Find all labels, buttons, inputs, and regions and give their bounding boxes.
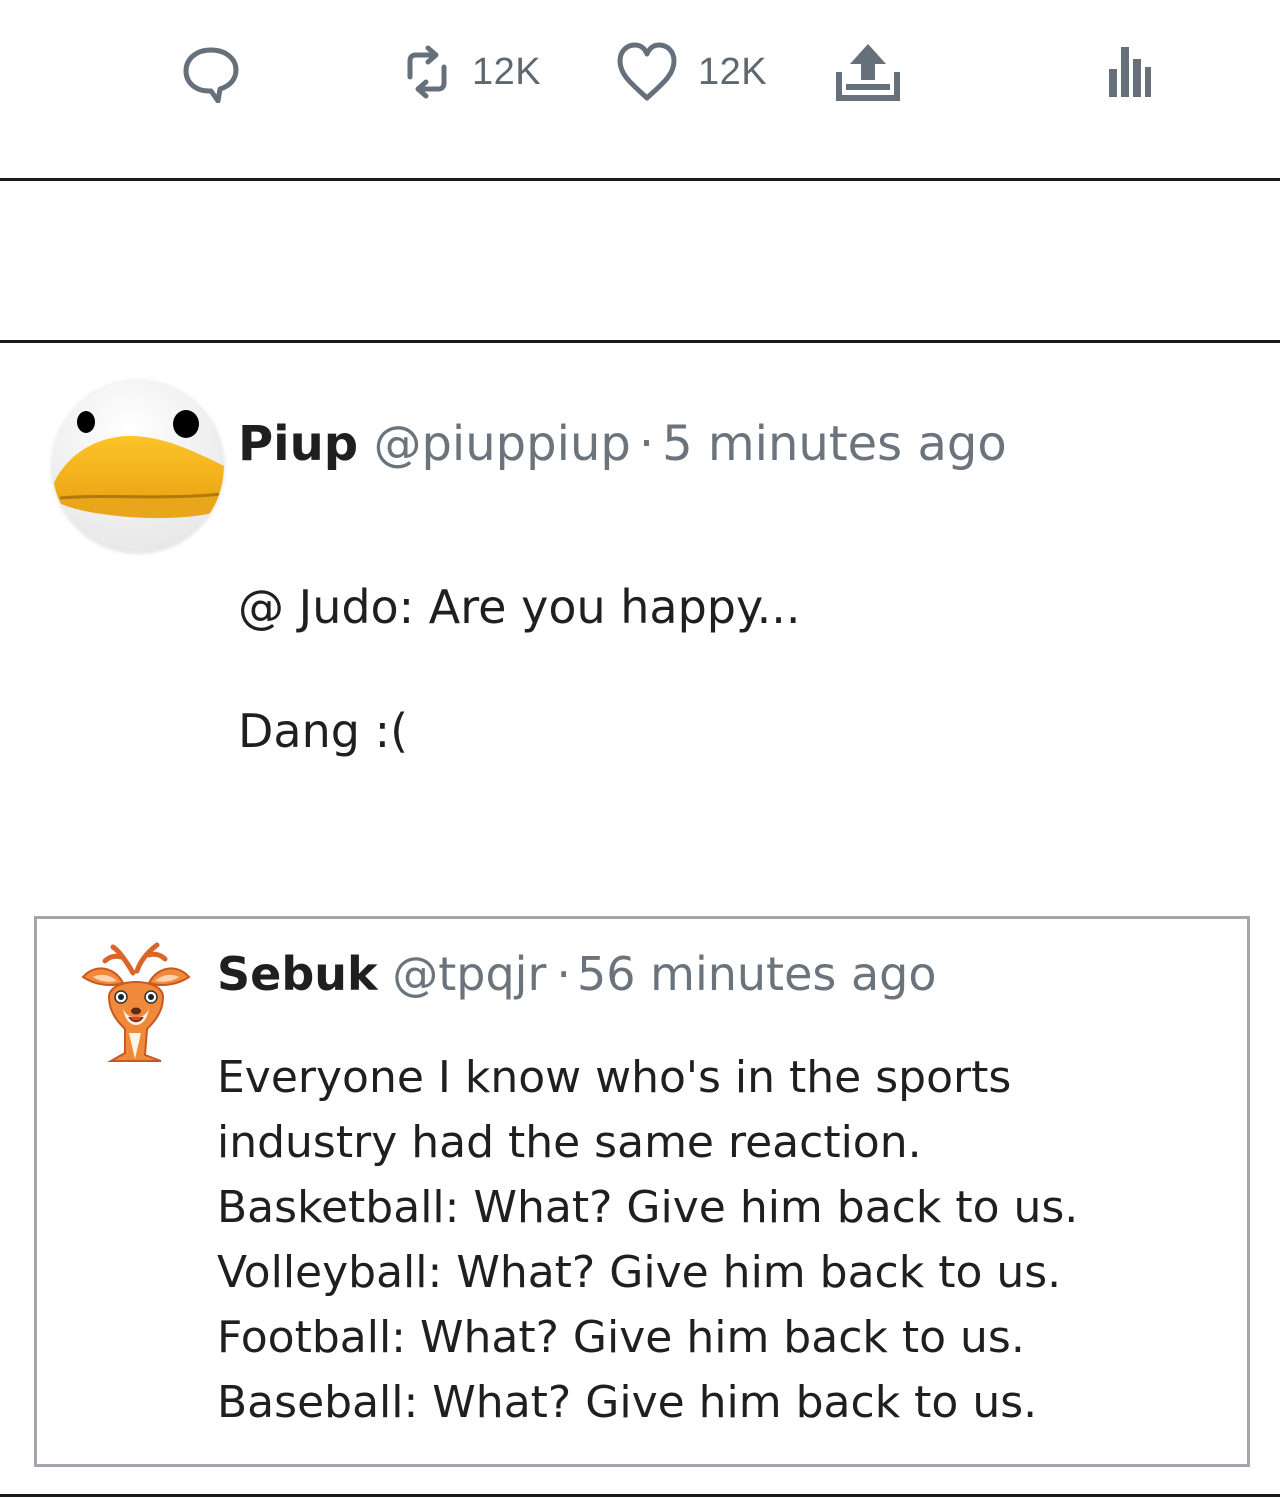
quoted-text-line: industry had the same reaction. [217, 1117, 922, 1168]
quoted-timestamp[interactable]: 56 minutes ago [577, 947, 937, 1001]
reply-button[interactable] [180, 36, 242, 108]
divider [0, 1494, 1280, 1497]
quoted-author-name[interactable]: Sebuk [217, 947, 378, 1001]
deer-avatar [81, 942, 191, 1062]
retweet-count: 12K [472, 50, 542, 93]
divider [0, 340, 1280, 343]
tweet-text-line: Dang :( [238, 704, 409, 758]
bar-chart-icon [1109, 47, 1151, 97]
separator-dot: · [638, 416, 655, 472]
quoted-text-line: Basketball: What? Give him back to us. [217, 1182, 1079, 1233]
quoted-tweet-card[interactable]: Sebuk @tpqjr · 56 minutes ago Everyone I k… [34, 916, 1250, 1467]
tweet-header: Piup @piuppiup · 5 minutes ago [238, 412, 1007, 476]
tweet-text-line: @ Judo: Are you happy... [238, 580, 801, 634]
share-upload-icon [836, 44, 900, 101]
tweet-text: @ Judo: Are you happy... Dang :( [238, 576, 801, 824]
speech-bubble-icon [183, 47, 239, 103]
quoted-tweet-text: Everyone I know who's in the sports indu… [217, 1045, 1227, 1435]
heart-icon [617, 42, 677, 101]
separator-dot: · [556, 947, 571, 1001]
stats-button[interactable] [1104, 36, 1154, 108]
retweet-icon [407, 45, 447, 99]
quoted-text-line: Volleyball: What? Give him back to us. [217, 1247, 1062, 1298]
like-button[interactable]: 12K [614, 36, 767, 108]
quoted-text-line: Football: What? Give him back to us. [217, 1312, 1025, 1363]
divider [0, 178, 1280, 181]
share-button[interactable] [834, 36, 902, 108]
timestamp[interactable]: 5 minutes ago [662, 416, 1007, 472]
author-handle[interactable]: @piuppiup [373, 416, 630, 472]
quoted-tweet-header: Sebuk @tpqjr · 56 minutes ago [217, 943, 937, 1005]
quoted-text-line: Baseball: What? Give him back to us. [217, 1377, 1038, 1428]
author-name[interactable]: Piup [238, 416, 358, 472]
tweet-action-bar: 12K 12K [0, 0, 1280, 180]
duck-avatar [52, 380, 224, 552]
quoted-avatar[interactable] [75, 937, 197, 1065]
like-count: 12K [698, 50, 768, 93]
retweet-button[interactable]: 12K [400, 36, 541, 108]
quoted-author-handle[interactable]: @tpqjr [392, 947, 546, 1001]
avatar[interactable] [52, 380, 224, 552]
quoted-text-line: Everyone I know who's in the sports [217, 1052, 1012, 1103]
